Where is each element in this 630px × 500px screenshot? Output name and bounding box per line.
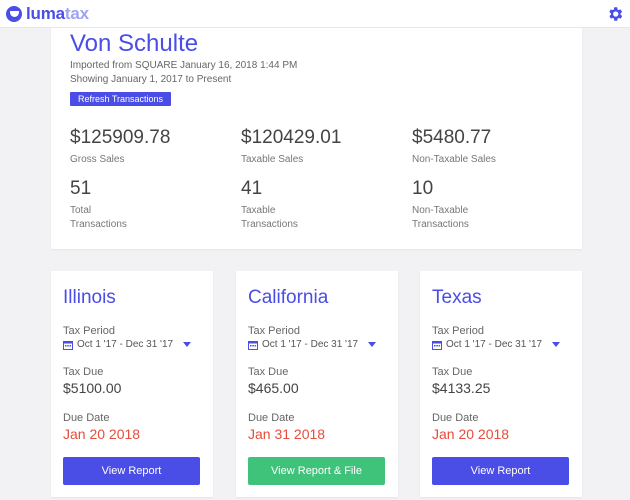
tax-period-dropdown[interactable]: Oct 1 '17 - Dec 31 '17 (432, 339, 561, 350)
tax-due-value: $5100.00 (63, 380, 122, 396)
tax-due-label: Tax Due (248, 366, 289, 378)
view-report-button[interactable]: View Report (63, 457, 200, 485)
logo-text: lumatax (26, 4, 89, 23)
import-info: Imported from SQUARE January 16, 2018 1:… (70, 60, 298, 71)
stat-total-transactions: 51 Total Transactions (70, 178, 230, 232)
state-card-texas: Texas Tax Period Oct 1 '17 - Dec 31 '17 … (420, 271, 582, 497)
state-name: California (248, 287, 329, 308)
stat-gross-sales: $125909.78 Gross Sales (70, 127, 230, 167)
refresh-transactions-button[interactable]: Refresh Transactions (70, 92, 172, 106)
due-date-label: Due Date (432, 412, 479, 424)
calendar-icon (432, 340, 442, 350)
tax-due-label: Tax Due (63, 366, 104, 378)
stat-value: 10 (412, 178, 434, 199)
stat-label: Gross Sales (70, 154, 125, 165)
stat-non-taxable-transactions: 10 Non-Taxable Transactions (412, 178, 572, 232)
stat-label: Non-Taxable Sales (412, 154, 496, 165)
stat-non-taxable-sales: $5480.77 Non-Taxable Sales (412, 127, 572, 167)
stat-taxable-transactions: 41 Taxable Transactions (241, 178, 401, 232)
view-report-button[interactable]: View Report (432, 457, 569, 485)
gear-icon[interactable] (606, 5, 624, 23)
tax-due-value: $465.00 (248, 380, 299, 396)
tax-period-label: Tax Period (63, 325, 115, 337)
caret-down-icon (368, 342, 377, 347)
tax-period-dropdown[interactable]: Oct 1 '17 - Dec 31 '17 (63, 339, 192, 350)
tax-period-label: Tax Period (432, 325, 484, 337)
tax-period-label: Tax Period (248, 325, 300, 337)
stat-value: 51 (70, 178, 92, 199)
tax-due-label: Tax Due (432, 366, 473, 378)
state-name: Texas (432, 287, 482, 308)
top-bar: lumatax (0, 0, 630, 28)
stat-value: $120429.01 (241, 127, 342, 148)
stat-value: 41 (241, 178, 263, 199)
view-report-and-file-button[interactable]: View Report & File (248, 457, 385, 485)
stat-label: Total Transactions (70, 205, 127, 230)
summary-card: Von Schulte Imported from SQUARE January… (51, 28, 582, 249)
tax-period-value: Oct 1 '17 - Dec 31 '17 (446, 339, 543, 350)
stat-label: Non-Taxable Transactions (412, 205, 469, 230)
stat-taxable-sales: $120429.01 Taxable Sales (241, 127, 401, 167)
due-date-label: Due Date (248, 412, 295, 424)
tax-period-value: Oct 1 '17 - Dec 31 '17 (262, 339, 359, 350)
calendar-icon (248, 340, 258, 350)
stat-value: $5480.77 (412, 127, 492, 148)
stat-label: Taxable Transactions (241, 205, 298, 230)
due-date-value: Jan 31 2018 (248, 426, 326, 442)
caret-down-icon (183, 342, 192, 347)
state-card-california: California Tax Period Oct 1 '17 - Dec 31… (236, 271, 398, 497)
state-name: Illinois (63, 287, 116, 308)
tax-period-dropdown[interactable]: Oct 1 '17 - Dec 31 '17 (248, 339, 377, 350)
due-date-value: Jan 20 2018 (63, 426, 141, 442)
calendar-icon (63, 340, 73, 350)
caret-down-icon (552, 342, 561, 347)
lumatax-logo[interactable]: lumatax (6, 4, 89, 24)
due-date-label: Due Date (63, 412, 110, 424)
date-range-info: Showing January 1, 2017 to Present (70, 74, 232, 85)
stat-value: $125909.78 (70, 127, 171, 148)
due-date-value: Jan 20 2018 (432, 426, 510, 442)
state-card-illinois: Illinois Tax Period Oct 1 '17 - Dec 31 '… (51, 271, 213, 497)
tax-due-value: $4133.25 (432, 380, 491, 396)
stat-label: Taxable Sales (241, 154, 304, 165)
client-name: Von Schulte (70, 30, 199, 57)
tax-period-value: Oct 1 '17 - Dec 31 '17 (77, 339, 174, 350)
logo-icon (6, 6, 22, 22)
